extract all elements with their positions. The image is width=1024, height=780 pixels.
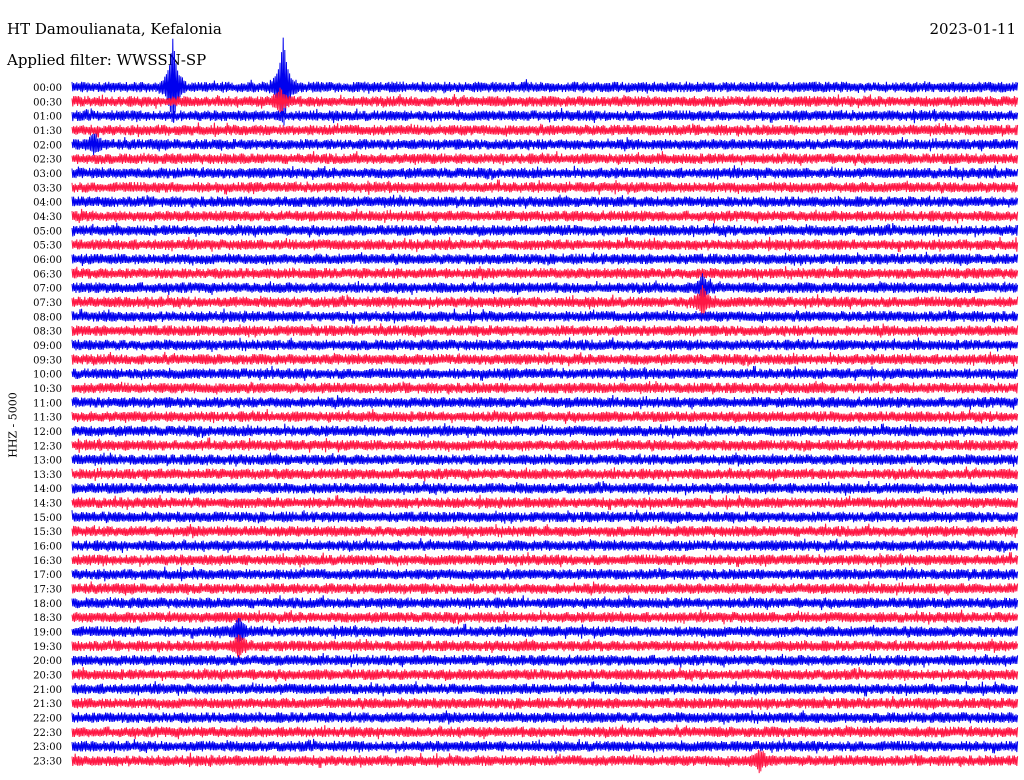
time-tick-label: 16:00 <box>33 542 62 553</box>
trace-line-0930 <box>71 351 1019 367</box>
trace-line-1400 <box>71 480 1019 496</box>
time-tick-label: 09:00 <box>33 341 62 352</box>
trace-line-0630 <box>71 266 1019 281</box>
trace-line-2330 <box>71 749 1019 774</box>
time-tick-label: 15:30 <box>33 527 62 538</box>
time-tick-label: 03:00 <box>33 169 62 180</box>
trace-line-1030 <box>71 380 1019 396</box>
trace-line-2000 <box>71 652 1019 668</box>
time-tick-label: 21:30 <box>33 699 62 710</box>
trace-line-1830 <box>71 609 1019 625</box>
time-tick-label: 00:00 <box>33 83 62 94</box>
time-tick-label: 11:00 <box>33 398 62 409</box>
trace-line-0300 <box>71 165 1019 181</box>
time-tick-label: 05:00 <box>33 226 62 237</box>
time-tick-label: 14:30 <box>33 499 62 510</box>
time-tick-label: 19:30 <box>33 642 62 653</box>
trace-line-2030 <box>71 667 1019 682</box>
seismogram-page: HT Damoulianata, Kefalonia 2023-01-11 Ap… <box>0 0 1024 780</box>
time-tick-label: 10:00 <box>33 370 62 381</box>
trace-line-0700 <box>71 273 1019 301</box>
trace-line-0800 <box>71 308 1019 324</box>
trace-line-1700 <box>71 566 1019 582</box>
time-tick-label: 13:00 <box>33 456 62 467</box>
trace-line-1200 <box>71 423 1019 439</box>
time-tick-label: 18:00 <box>33 599 62 610</box>
trace-line-0500 <box>71 222 1019 238</box>
trace-line-1000 <box>71 365 1019 382</box>
time-tick-label: 21:00 <box>33 685 62 696</box>
time-tick-label: 05:30 <box>33 241 62 252</box>
trace-line-1600 <box>71 538 1019 553</box>
trace-line-1330 <box>71 466 1019 482</box>
time-tick-label: 23:30 <box>33 757 62 768</box>
time-tick-label: 09:30 <box>33 355 62 366</box>
time-tick-label: 18:30 <box>33 613 62 624</box>
time-tick-label: 06:30 <box>33 269 62 280</box>
trace-line-1630 <box>71 552 1019 568</box>
trace-line-2300 <box>71 738 1019 754</box>
trace-line-0330 <box>71 179 1019 195</box>
trace-line-2230 <box>71 724 1019 740</box>
trace-line-0830 <box>71 323 1019 338</box>
time-tick-label: 03:30 <box>33 183 62 194</box>
trace-line-0900 <box>71 337 1019 353</box>
trace-line-0430 <box>71 208 1019 224</box>
time-tick-label: 17:00 <box>33 570 62 581</box>
time-tick-label: 22:00 <box>33 714 62 725</box>
time-tick-label: 12:00 <box>33 427 62 438</box>
time-tick-label: 15:00 <box>33 513 62 524</box>
trace-line-0130 <box>71 122 1019 138</box>
time-tick-label: 08:30 <box>33 327 62 338</box>
time-tick-label: 20:30 <box>33 671 62 682</box>
trace-line-1100 <box>71 394 1019 410</box>
time-tick-label: 06:00 <box>33 255 62 266</box>
time-tick-label: 14:00 <box>33 484 62 495</box>
time-tick-label: 02:30 <box>33 155 62 166</box>
time-tick-label: 04:00 <box>33 198 62 209</box>
trace-line-0600 <box>71 251 1019 267</box>
time-tick-label: 20:00 <box>33 656 62 667</box>
trace-line-2200 <box>71 710 1019 725</box>
time-tick-label: 02:00 <box>33 140 62 151</box>
time-tick-label: 04:30 <box>33 212 62 223</box>
time-tick-label: 17:30 <box>33 585 62 596</box>
time-tick-label: 13:30 <box>33 470 62 481</box>
trace-line-1730 <box>71 581 1019 596</box>
trace-line-1300 <box>71 452 1019 467</box>
trace-line-0530 <box>71 236 1019 253</box>
time-tick-label: 01:00 <box>33 112 62 123</box>
time-tick-label: 10:30 <box>33 384 62 395</box>
trace-line-1500 <box>71 509 1019 524</box>
trace-line-0400 <box>71 194 1019 209</box>
time-tick-label: 00:30 <box>33 97 62 108</box>
trace-line-1430 <box>71 494 1019 511</box>
time-tick-label: 11:30 <box>33 413 62 424</box>
time-tick-label: 08:00 <box>33 312 62 323</box>
time-tick-label: 07:00 <box>33 284 62 295</box>
trace-line-1130 <box>71 408 1019 424</box>
trace-line-2100 <box>71 681 1019 697</box>
time-tick-label: 23:00 <box>33 742 62 753</box>
trace-line-1800 <box>71 595 1019 611</box>
trace-line-2130 <box>71 695 1019 711</box>
time-tick-label: 12:30 <box>33 441 62 452</box>
time-tick-label: 22:30 <box>33 728 62 739</box>
time-tick-label: 19:00 <box>33 628 62 639</box>
trace-line-1530 <box>71 523 1019 539</box>
time-tick-label: 07:30 <box>33 298 62 309</box>
time-tick-label: 16:30 <box>33 556 62 567</box>
trace-line-0200 <box>71 133 1019 156</box>
trace-line-0230 <box>71 151 1019 166</box>
trace-line-0100 <box>71 107 1019 124</box>
time-tick-label: 01:30 <box>33 126 62 137</box>
trace-line-1930 <box>71 634 1019 659</box>
trace-line-1230 <box>71 437 1019 453</box>
helicorder-plot: 00:00 00:30 01:00 01:30 02:00 02:30 03:00 03:30… <box>33 37 1019 774</box>
